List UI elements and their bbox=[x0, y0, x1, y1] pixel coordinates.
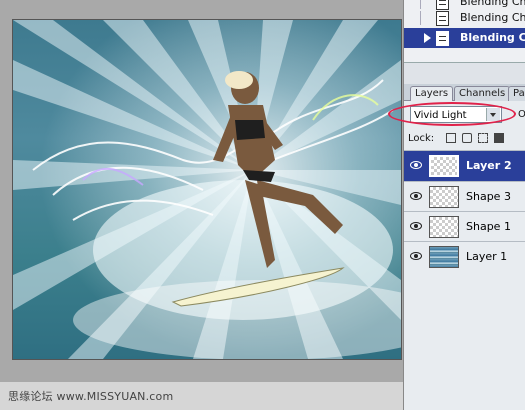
opacity-label: Op bbox=[518, 109, 525, 120]
history-checkbox[interactable] bbox=[406, 11, 421, 25]
eye-icon[interactable] bbox=[410, 161, 422, 169]
history-item-label: Blending Chan bbox=[460, 11, 525, 24]
history-item-label: Blending Cha bbox=[460, 31, 525, 44]
highlight-ring-annotation bbox=[388, 102, 516, 126]
layers-panel: Vivid Light Op Lock: Layer 2 Shape 3 Sha… bbox=[388, 101, 525, 410]
panel-tab-bar: Layers Channels Pa bbox=[404, 84, 525, 101]
lock-all-icon[interactable] bbox=[494, 133, 504, 143]
history-item-active[interactable]: Blending Cha bbox=[404, 28, 525, 48]
history-state-icon bbox=[436, 11, 449, 26]
history-pointer-icon bbox=[424, 33, 431, 43]
layer-row[interactable]: Shape 3 bbox=[404, 181, 525, 212]
lock-label: Lock: bbox=[408, 133, 435, 144]
lock-move-icon[interactable] bbox=[478, 133, 488, 143]
canvas-area[interactable] bbox=[0, 0, 403, 382]
layer-thumbnail bbox=[429, 246, 459, 268]
history-state-icon bbox=[436, 31, 449, 46]
tab-paths[interactable]: Pa bbox=[508, 86, 525, 101]
history-item-label: Blending Cha bbox=[460, 0, 525, 8]
history-panel: Blending Cha Blending Chan Blending Cha bbox=[404, 0, 525, 62]
lock-transparency-icon[interactable] bbox=[446, 133, 456, 143]
eye-icon[interactable] bbox=[410, 252, 422, 260]
eye-icon[interactable] bbox=[410, 222, 422, 230]
layer-name: Layer 2 bbox=[466, 159, 512, 172]
document-image[interactable] bbox=[12, 19, 402, 360]
layer-thumbnail bbox=[429, 186, 459, 208]
layer-row[interactable]: Layer 2 bbox=[404, 150, 525, 181]
layer-name: Shape 1 bbox=[466, 220, 511, 233]
history-item[interactable]: Blending Chan bbox=[404, 8, 525, 28]
layer-thumbnail bbox=[429, 216, 459, 238]
lock-row: Lock: bbox=[408, 131, 525, 147]
tab-layers[interactable]: Layers bbox=[410, 86, 454, 101]
surfer-artwork bbox=[13, 20, 401, 359]
watermark-bar: 思缘论坛 www.MISSYUAN.com bbox=[0, 382, 403, 410]
layer-name: Shape 3 bbox=[466, 190, 511, 203]
layer-name: Layer 1 bbox=[466, 250, 508, 263]
tab-channels[interactable]: Channels bbox=[454, 86, 511, 101]
layer-row[interactable]: Shape 1 bbox=[404, 211, 525, 242]
lock-paint-icon[interactable] bbox=[462, 133, 472, 143]
panels-column: Blending Cha Blending Chan Blending Cha … bbox=[388, 0, 525, 410]
layer-row[interactable]: Layer 1 bbox=[404, 241, 525, 272]
watermark-text: 思缘论坛 www.MISSYUAN.com bbox=[8, 390, 174, 403]
eye-icon[interactable] bbox=[410, 192, 422, 200]
layer-thumbnail bbox=[429, 155, 459, 177]
